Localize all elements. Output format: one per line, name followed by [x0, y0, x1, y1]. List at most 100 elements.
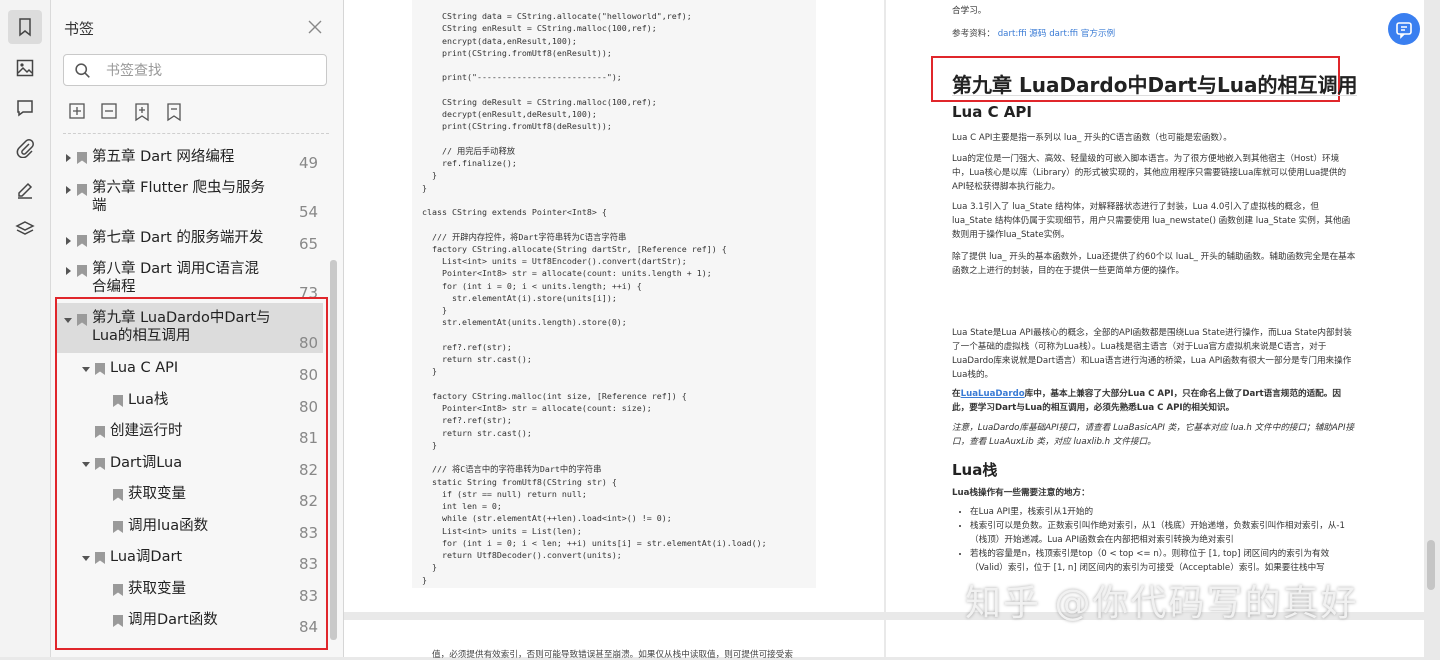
section-heading-lua-stack: Lua栈 [952, 461, 998, 479]
bookmark-icon [113, 615, 123, 627]
paragraph: Lua的定位是一门强大、高效、轻量级的可嵌入脚本语言。为了很方便地嵌入到其他宿主… [952, 154, 1347, 192]
bookmark-icon [113, 584, 123, 596]
bookmark-item[interactable]: 创建运行时 81 [51, 418, 341, 448]
comment-tab-button[interactable] [8, 91, 42, 125]
panel-title: 书签 [64, 20, 95, 38]
bookmark-item[interactable]: 第六章 Flutter 爬虫与服务端 54 [51, 176, 341, 224]
bookmark-plus-icon [135, 103, 149, 122]
bookmark-page-number: 82 [299, 461, 319, 479]
bookmark-page-number: 49 [299, 154, 319, 172]
bookmark-label: 第七章 Dart 的服务端开发 [92, 230, 264, 246]
bookmark-icon [77, 235, 87, 247]
bookmark-item[interactable]: Lua栈 80 [51, 387, 341, 417]
attachment-tab-button[interactable] [8, 131, 42, 165]
bookmark-icon [77, 152, 87, 164]
bookmark-icon [19, 18, 31, 37]
bookmark-page-number: 84 [299, 618, 319, 636]
bookmark-page-number: 80 [299, 366, 319, 384]
bookmark-search-box [63, 54, 327, 86]
bookmark-page-number: 82 [299, 492, 319, 510]
bookmark-item[interactable]: Lua调Dart 83 [51, 544, 341, 574]
bookmark-tab-button[interactable] [8, 10, 42, 44]
bookmark-icon [77, 265, 87, 277]
bookmark-search-input[interactable] [104, 60, 318, 82]
para-prefix: 在 [952, 389, 961, 399]
chapter-heading: 第九章 LuaDardo中Dart与Lua的相互调用 [952, 73, 1358, 97]
bookmark-item[interactable]: 第五章 Dart 网络编程 49 [51, 143, 341, 173]
bookmark-item[interactable]: 调用lua函数 83 [51, 513, 341, 543]
layers-tab-button[interactable] [8, 212, 42, 246]
caret-down-icon[interactable] [81, 553, 91, 563]
paperclip-icon [16, 139, 34, 158]
heading-rule [952, 95, 1357, 96]
bookmark-icon [77, 184, 87, 196]
thumbnail-tab-button[interactable] [8, 51, 42, 85]
bookmark-label: Lua C API [110, 360, 179, 376]
list-item: 栈索引可以是负数。正数索引叫作绝对索引，从1（栈底）开始递增，负数索引叫作相对索… [970, 519, 1356, 547]
sign-tab-button[interactable] [8, 172, 42, 206]
layers-icon [15, 221, 35, 235]
paragraph: Lua栈操作有一些需要注意的地方： [952, 488, 1090, 498]
paragraph: 除了提供 lua_ 开头的基本函数外，Lua还提供了约60个以 luaL_ 开头… [952, 252, 1356, 276]
paragraph: Lua C API主要是指一系列以 lua_ 开头的C语言函数（也可能是宏函数）… [952, 133, 1232, 143]
code-block: CString data = CString.allocate("hellowo… [412, 0, 816, 588]
bookmark-panel: 书签 第五章 Dart 网络编程 49 第六章 Flutter 爬虫与服务端 5… [51, 0, 344, 657]
caret-right-icon[interactable] [63, 266, 73, 276]
ffi-example-link[interactable]: dart:ffi 官方示例 [1049, 29, 1115, 39]
bookmark-icon [113, 489, 123, 501]
bookmark-icon [95, 426, 105, 438]
reference-line: 参考资料： dart:ffi 源码 dart:ffi 官方示例 [952, 27, 1115, 39]
bookmark-icon [77, 314, 87, 326]
paragraph: Lua State是Lua API最核心的概念，全部的API函数都是围绕Lua … [952, 328, 1352, 380]
new-bookmark-button[interactable] [132, 102, 154, 124]
remove-bookmark-button[interactable] [100, 102, 122, 124]
section-heading-lua-c-api: Lua C API [952, 103, 1032, 121]
bookmark-label: 第五章 Dart 网络编程 [92, 149, 235, 165]
caret-right-icon[interactable] [63, 153, 73, 163]
bookmark-label: 调用Dart函数 [128, 612, 218, 628]
bookmark-label: Dart调Lua [110, 455, 183, 471]
paragraph-bold: 在LuaLuaDardo库中，基本上兼容了大部分Lua C API，只在命名上做… [952, 387, 1356, 415]
bookmark-item[interactable]: Dart调Lua 82 [51, 450, 341, 480]
bookmark-item[interactable]: Lua C API 80 [51, 355, 341, 385]
reference-label: 参考资料： [952, 29, 995, 39]
next-page-text: 值，必须提供有效索引，否则可能导致错误甚至崩溃。如果仅从栈中读取值，则可提供可接… [432, 650, 793, 660]
bookmark-item[interactable]: 获取变量 82 [51, 481, 341, 511]
caret-right-icon[interactable] [63, 236, 73, 246]
caret-down-icon[interactable] [63, 315, 73, 325]
search-icon [75, 63, 90, 78]
caret-right-icon[interactable] [63, 185, 73, 195]
bookmark-item[interactable]: 调用Dart函数 84 [51, 607, 341, 637]
bookmark-item[interactable]: 获取变量 83 [51, 576, 341, 606]
bookmark-label: 获取变量 [128, 581, 186, 597]
luadardo-link[interactable]: LuaLuaDardo [961, 389, 1025, 399]
bookmark-page-number: 80 [299, 334, 319, 352]
bookmark-label: 创建运行时 [110, 423, 183, 439]
remove-bookmark-icon [101, 103, 117, 119]
caret-down-icon[interactable] [81, 364, 91, 374]
bookmark-option-button[interactable] [164, 102, 186, 124]
comment-icon [17, 100, 33, 117]
bookmark-icon [95, 552, 105, 564]
bookmark-label: 获取变量 [128, 486, 186, 502]
bookmark-item-selected[interactable]: 第九章 LuaDardo中Dart与Lua的相互调用 80 [55, 303, 323, 353]
assistant-fab-button[interactable] [1388, 13, 1420, 45]
bookmark-label: 第八章 Dart 调用C语言混合编程 [92, 261, 260, 295]
close-icon[interactable] [305, 17, 325, 37]
bookmark-label: 第九章 LuaDardo中Dart与Lua的相互调用 [92, 310, 271, 344]
panel-scrollbar[interactable] [330, 260, 337, 640]
bookmark-item[interactable]: 第八章 Dart 调用C语言混合编程 73 [51, 258, 341, 302]
bookmark-page-number: 73 [299, 284, 319, 302]
bookmark-item[interactable]: 第七章 Dart 的服务端开发 65 [51, 226, 341, 256]
ffi-source-link[interactable]: dart:ffi 源码 [998, 29, 1047, 39]
bookmark-label: Lua栈 [128, 392, 169, 408]
add-bookmark-button[interactable] [68, 102, 90, 124]
caret-down-icon[interactable] [81, 459, 91, 469]
code-text: CString data = CString.allocate("hellowo… [422, 11, 767, 585]
bookmark-page-number: 83 [299, 587, 319, 605]
document-scrollbar[interactable] [1427, 540, 1435, 590]
watermark: 知乎 @你代码写的真好 [965, 583, 1359, 624]
paragraph: Lua 3.1引入了 lua_State 结构体，对解释器状态进行了封装，Lua… [952, 202, 1351, 240]
bookmark-outline-icon [167, 103, 181, 122]
list-item: 若栈的容量是n，栈顶索引是top（0 < top <= n）。则称位于 [1, … [970, 547, 1356, 575]
